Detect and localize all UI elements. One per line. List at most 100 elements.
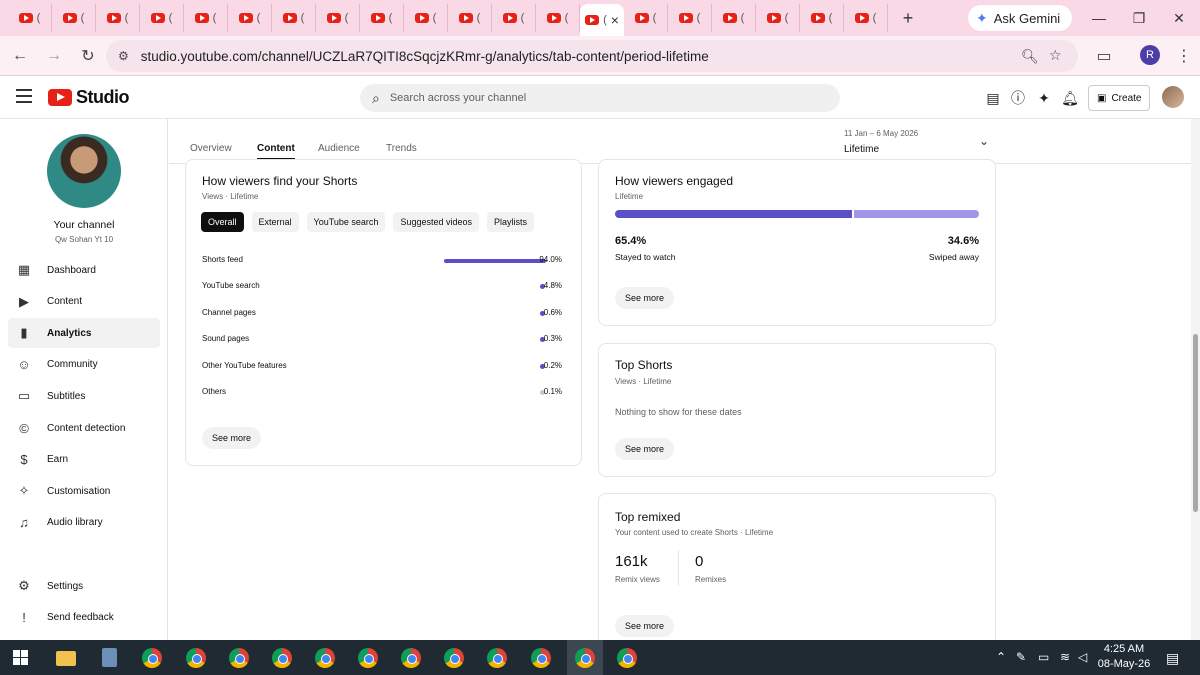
chrome-taskbar-icon[interactable] [142,648,162,668]
close-window-button[interactable]: ✕ [1156,0,1200,36]
system-clock[interactable]: 4:25 AM 08-May-26 [1094,643,1154,670]
notifications-icon[interactable]: ▤ [1166,650,1179,667]
chip-suggested-videos[interactable]: Suggested videos [393,212,479,232]
chrome-taskbar-icon[interactable] [229,648,249,668]
zoom-icon[interactable]: 🔍︎ [1021,48,1039,65]
omnibox[interactable]: ⚙ studio.youtube.com/channel/UCZLaR7QITI… [106,40,1078,72]
channel-search[interactable]: ⌕ Search across your channel [360,84,840,112]
chrome-taskbar-icon[interactable] [186,648,206,668]
browser-tab[interactable]: ( [316,4,360,32]
youtube-favicon-icon [810,13,825,23]
browser-tab[interactable]: ( [404,4,448,32]
create-button[interactable]: ▣ Create [1088,85,1151,111]
chrome-taskbar-icon[interactable] [531,648,551,668]
chrome-taskbar-icon[interactable] [315,648,335,668]
sidebar-item-analytics[interactable]: ▮ Analytics [8,318,160,349]
browser-tab[interactable]: ( [228,4,272,32]
sidebar-item-content-detection[interactable]: © Content detection [8,413,160,443]
pen-icon[interactable]: ✎ [1016,650,1026,664]
browser-tab[interactable]: ( [844,4,888,32]
chrome-taskbar-icon[interactable] [358,648,378,668]
chevron-down-icon[interactable]: ⌄ [979,134,989,148]
browser-tab[interactable]: ( [536,4,580,32]
browser-tab[interactable]: ( [8,4,52,32]
profile-avatar[interactable]: R [1140,45,1160,65]
ask-gemini-button[interactable]: ✦ Ask Gemini [968,5,1073,31]
sidebar-item-send-feedback[interactable]: ! Send feedback [8,603,160,633]
close-tab-icon[interactable]: × [611,12,619,28]
file-explorer-icon[interactable] [56,651,76,666]
browser-tab[interactable]: ( [756,4,800,32]
browser-tab[interactable]: ( [668,4,712,32]
chrome-taskbar-icon[interactable] [444,648,464,668]
account-avatar[interactable] [1162,86,1184,108]
sidebar-item-content[interactable]: ▶ Content [8,287,160,317]
chrome-taskbar-icon[interactable] [272,648,292,668]
reload-button[interactable]: ↻ [72,40,104,72]
browser-tab[interactable]: ( [272,4,316,32]
tray-chevron-up-icon[interactable]: ⌃ [996,650,1006,664]
browser-tab[interactable]: ( [800,4,844,32]
browser-menu-icon[interactable]: ⋮ [1168,40,1200,72]
browser-tab[interactable]: ( [140,4,184,32]
browser-tab[interactable]: ( [624,4,668,32]
browser-tab[interactable]: ( [360,4,404,32]
tab-overview[interactable]: Overview [190,143,232,154]
sidebar-item-community[interactable]: ☺ Community [8,350,160,380]
help-icon[interactable]: ⓘ [1008,88,1028,108]
site-info-icon[interactable]: ⚙ [118,49,129,63]
swiped-percent: 34.6% [947,235,979,247]
sidebar-item-audio-library[interactable]: ♫ Audio library [8,508,160,538]
notification-bell-icon[interactable]: 🔔︎ [1060,88,1080,108]
browser-tab[interactable]: (× [580,4,624,36]
tab-title: ( [432,12,437,24]
browser-tab[interactable]: ( [492,4,536,32]
scroll-thumb[interactable] [1193,334,1198,512]
browser-tab[interactable]: ( [448,4,492,32]
browser-tab[interactable]: ( [96,4,140,32]
forward-button[interactable]: → [38,40,70,72]
sidebar-item-dashboard[interactable]: ▦ Dashboard [8,255,160,285]
youtube-favicon-icon [194,13,209,23]
chip-external[interactable]: External [251,212,299,232]
sidebar-item-earn[interactable]: $ Earn [8,445,160,475]
chip-overall[interactable]: Overall [201,212,244,232]
windows-start-icon[interactable] [13,650,28,665]
back-button[interactable]: ← [4,40,36,72]
sparkle-icon[interactable]: ✦ [1034,88,1054,108]
see-more-button[interactable]: See more [202,427,262,449]
youtube-favicon-icon [722,13,737,23]
sidebar-item-subtitles[interactable]: ▭ Subtitles [8,381,160,411]
see-more-button[interactable]: See more [615,287,675,309]
chrome-taskbar-icon[interactable] [575,648,595,668]
period-selector[interactable]: 11 Jan – 6 May 2026 Lifetime [844,129,918,155]
browser-tab[interactable]: ( [52,4,96,32]
browser-tab[interactable]: ( [712,4,756,32]
reading-list-icon[interactable]: ▭ [1088,40,1120,72]
page-scrollbar[interactable] [1191,119,1200,640]
new-tab-button[interactable]: + [894,4,922,32]
volume-icon[interactable]: ◁ [1078,650,1087,664]
chip-youtube-search[interactable]: YouTube search [306,212,386,232]
chrome-taskbar-icon[interactable] [487,648,507,668]
chrome-taskbar-icon[interactable] [617,648,637,668]
see-more-button[interactable]: See more [615,615,675,637]
browser-tab[interactable]: ( [184,4,228,32]
comments-icon[interactable]: ▤ [983,88,1003,108]
battery-icon[interactable]: ▭ [1038,650,1049,664]
sidebar-item-settings[interactable]: ⚙ Settings [8,571,160,601]
hamburger-menu-icon[interactable] [16,89,32,103]
calculator-icon[interactable] [102,648,117,667]
studio-logo[interactable]: Studio [48,87,130,108]
see-more-button[interactable]: See more [615,438,675,460]
tab-audience[interactable]: Audience [318,143,360,154]
sidebar-item-customisation[interactable]: ✧ Customisation [8,476,160,506]
traffic-source-name: Other YouTube features [202,360,287,370]
channel-avatar[interactable] [47,134,121,208]
wifi-icon[interactable]: ≋ [1060,650,1070,664]
chrome-taskbar-icon[interactable] [401,648,421,668]
tab-trends[interactable]: Trends [386,143,417,154]
tab-content[interactable]: Content [257,143,295,160]
chip-playlists[interactable]: Playlists [487,212,535,232]
bookmark-star-icon[interactable]: ☆ [1049,47,1062,64]
